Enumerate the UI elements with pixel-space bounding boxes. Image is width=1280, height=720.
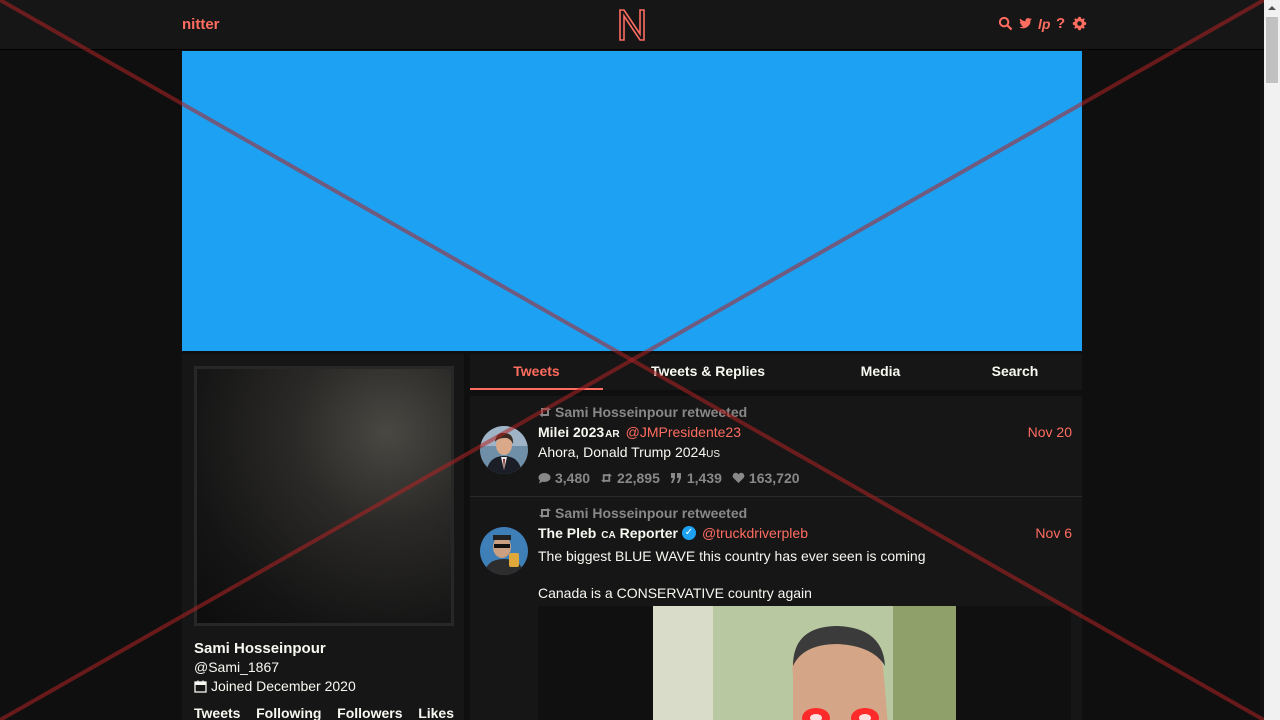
heart-icon (732, 472, 745, 483)
like-stat[interactable]: 163,720 (732, 470, 800, 486)
timeline-item[interactable]: Sami Hosseinpour retweeted The Pleb CA R… (470, 497, 1082, 720)
scroll-thumb[interactable] (1266, 17, 1278, 83)
stat-following[interactable]: Following (256, 705, 321, 720)
retweet-icon (600, 473, 613, 483)
retweet-header: Sami Hosseinpour retweeted (538, 404, 747, 420)
joined-text: Joined December 2020 (211, 678, 356, 694)
profile-avatar[interactable] (194, 366, 454, 626)
tweet-text: The biggest BLUE WAVE this country has e… (538, 548, 926, 564)
tab-tweets[interactable]: Tweets (470, 354, 603, 390)
tweet-text: Ahora, Donald Trump 2024US (538, 444, 721, 460)
stat-followers[interactable]: Followers (337, 705, 402, 720)
twitter-icon[interactable] (1018, 16, 1034, 32)
timeline: Sami Hosseinpour retweeted Milei 2023AR … (470, 396, 1082, 720)
brand-link[interactable]: nitter (182, 16, 220, 33)
tweet-avatar[interactable] (480, 527, 528, 575)
timeline-tabs: Tweets Tweets & Replies Media Search (470, 354, 1082, 390)
retweet-icon (539, 508, 551, 518)
stat-tweets[interactable]: Tweets (194, 705, 240, 720)
profile-joined: Joined December 2020 (194, 678, 356, 694)
nav-icons: lp ? (998, 16, 1088, 32)
retweet-icon (539, 407, 551, 417)
stat-likes[interactable]: Likes (418, 705, 454, 720)
tweet-fullname[interactable]: Milei 2023AR (538, 424, 620, 440)
tab-media[interactable]: Media (813, 354, 948, 390)
quote-icon (670, 473, 681, 483)
tweet-username[interactable]: @JMPresidente23 (626, 424, 741, 440)
help-icon[interactable]: ? (1056, 16, 1068, 32)
retweet-header-text: Sami Hosseinpour retweeted (555, 404, 748, 420)
retweet-header-text: Sami Hosseinpour retweeted (555, 505, 748, 521)
tweet-date[interactable]: Nov 6 (1035, 525, 1072, 541)
tweet-date[interactable]: Nov 20 (1028, 424, 1072, 440)
timeline-item[interactable]: Sami Hosseinpour retweeted Milei 2023AR … (470, 396, 1082, 497)
retweet-stat[interactable]: 22,895 (600, 470, 660, 486)
search-icon[interactable] (998, 16, 1014, 32)
page-scrollbar[interactable] (1264, 0, 1280, 720)
quote-stat[interactable]: 1,439 (670, 470, 722, 486)
tweet-stats: 3,480 22,895 1,439 163,720 (538, 470, 800, 486)
tweet-media-image[interactable] (653, 606, 956, 720)
scroll-up-arrow-icon[interactable] (1264, 0, 1280, 16)
top-navbar: nitter lp ? (0, 0, 1264, 50)
calendar-icon (194, 680, 207, 693)
profile-username[interactable]: @Sami_1867 (194, 659, 279, 675)
verified-badge-icon: ✓ (681, 526, 696, 540)
tweet-fullname[interactable]: The Pleb CA Reporter (538, 525, 678, 541)
lp-icon[interactable]: lp (1038, 16, 1052, 32)
nitter-logo[interactable] (616, 8, 648, 42)
profile-fullname[interactable]: Sami Hosseinpour (194, 640, 326, 657)
tab-search[interactable]: Search (948, 354, 1082, 390)
comment-icon (538, 473, 551, 484)
tweet-media[interactable] (538, 606, 1071, 720)
tweet-text-line2: Canada is a CONSERVATIVE country again (538, 585, 812, 601)
reply-stat[interactable]: 3,480 (538, 470, 590, 486)
profile-card: Sami Hosseinpour @Sami_1867 Joined Decem… (182, 354, 464, 720)
tweet-avatar[interactable] (480, 426, 528, 474)
profile-banner[interactable] (182, 51, 1082, 351)
gear-icon[interactable] (1072, 16, 1088, 32)
profile-stats: Tweets Following Followers Likes (194, 705, 454, 720)
tweet-header: Milei 2023AR @JMPresidente23 (538, 424, 741, 440)
retweet-header: Sami Hosseinpour retweeted (538, 505, 747, 521)
tab-tweets-replies[interactable]: Tweets & Replies (603, 354, 813, 390)
tweet-username[interactable]: @truckdriverpleb (702, 525, 808, 541)
tweet-header: The Pleb CA Reporter ✓ @truckdriverpleb (538, 525, 808, 541)
